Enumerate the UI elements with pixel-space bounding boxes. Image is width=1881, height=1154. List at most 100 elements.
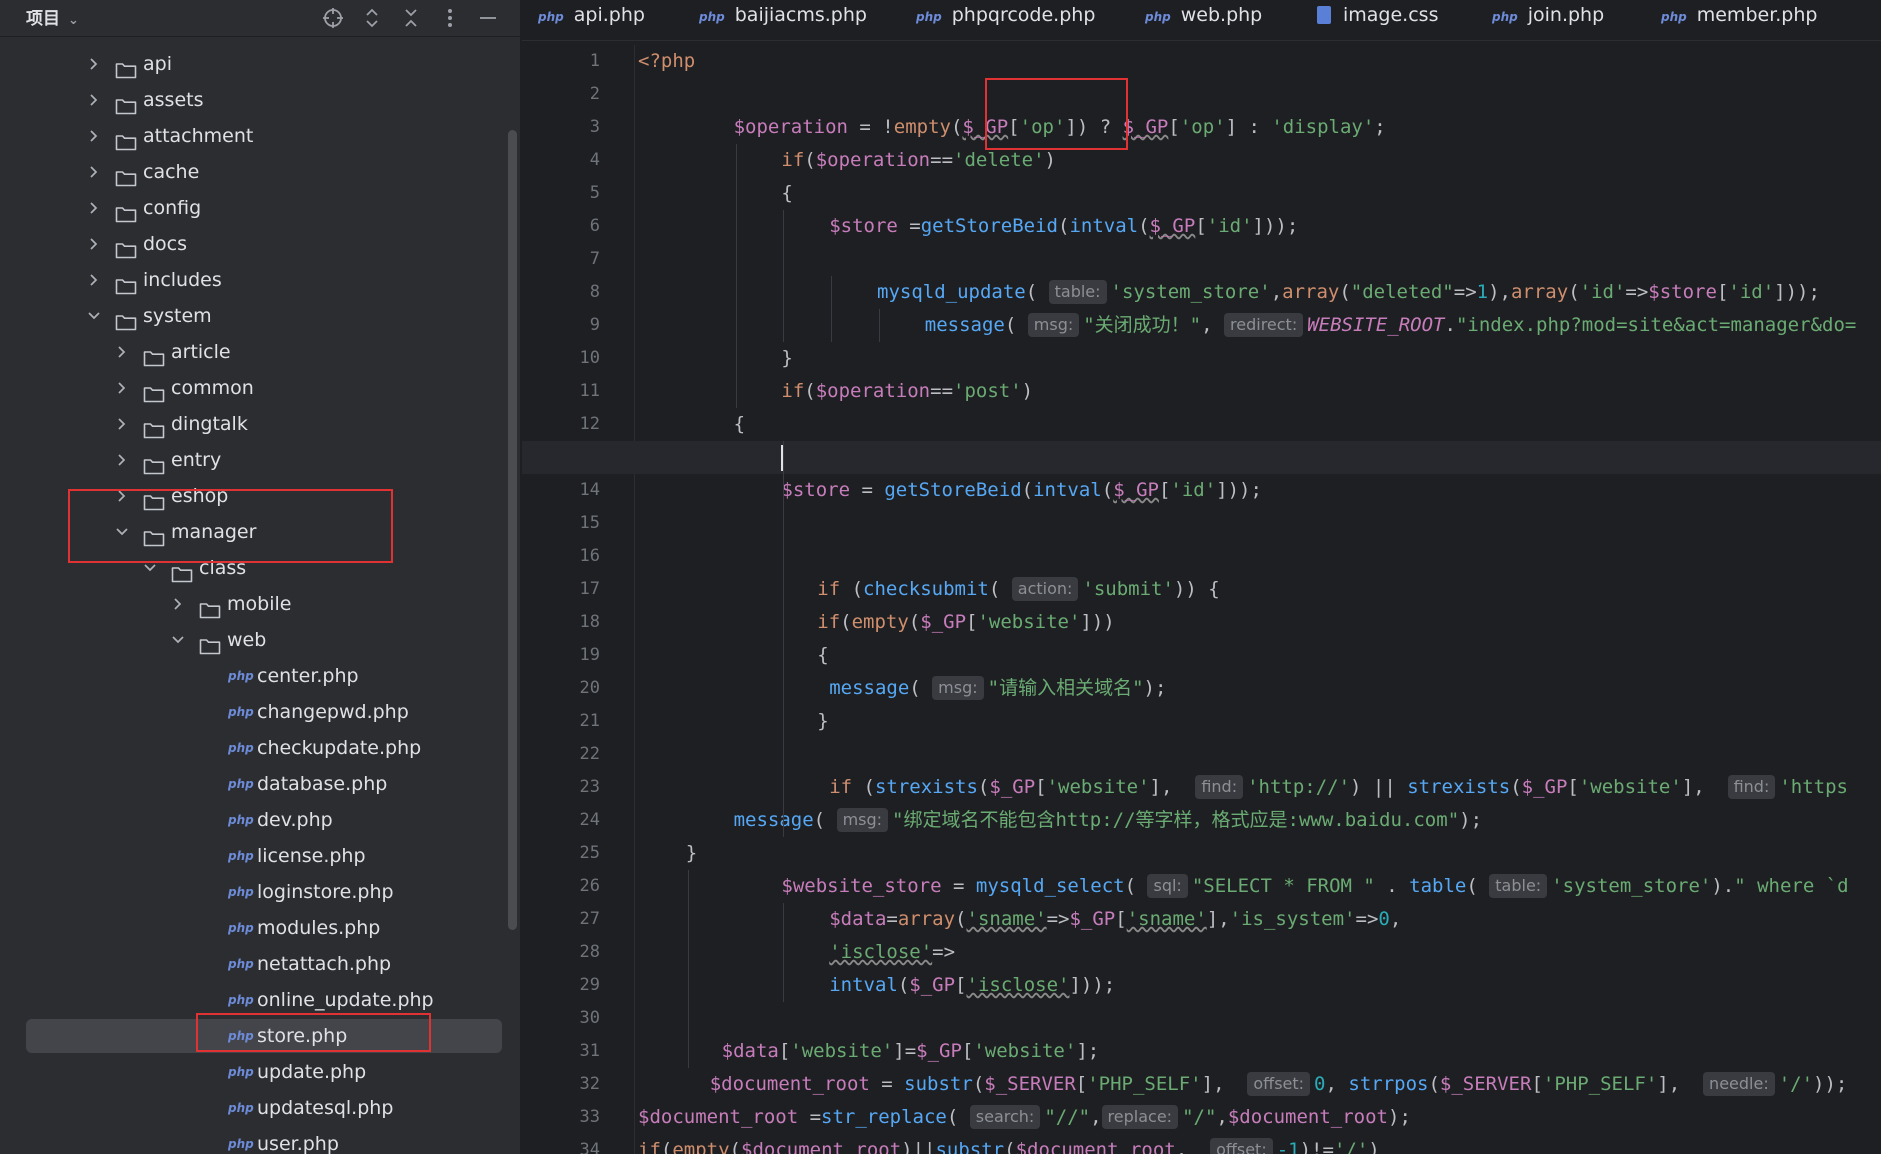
code-token: =	[850, 479, 885, 501]
code-line[interactable]: if($operation=='delete')	[522, 144, 1881, 177]
code-line[interactable]: {	[522, 408, 1881, 441]
chevron-down-icon[interactable]	[85, 298, 103, 334]
tree-folder-attachment[interactable]: attachment	[0, 118, 520, 154]
tree-file-dev-php[interactable]: php dev.php	[0, 802, 520, 838]
code-line[interactable]: }	[522, 705, 1881, 738]
code-line[interactable]: intval($_GP['isclose']));	[522, 969, 1881, 1002]
minimize-icon[interactable]	[474, 4, 502, 32]
tree-folder-api[interactable]: api	[0, 46, 520, 82]
tree-folder-common[interactable]: common	[0, 370, 520, 406]
tree-file-checkupdate-php[interactable]: php checkupdate.php	[0, 730, 520, 766]
chevron-right-icon[interactable]	[85, 82, 103, 118]
code-line[interactable]: $document_root = substr($_SERVER['PHP_SE…	[522, 1068, 1881, 1101]
code-line[interactable]: if (checksubmit( action:'submit')) {	[522, 573, 1881, 606]
tree-folder-cache[interactable]: cache	[0, 154, 520, 190]
tree-file-database-php[interactable]: php database.php	[0, 766, 520, 802]
tree-folder-dingtalk[interactable]: dingtalk	[0, 406, 520, 442]
tree-file-user-php[interactable]: php user.php	[0, 1126, 520, 1154]
sidebar-scrollbar[interactable]	[508, 130, 517, 930]
code-line[interactable]: if(empty($document_root)||substr($docume…	[522, 1134, 1881, 1154]
tree-folder-assets[interactable]: assets	[0, 82, 520, 118]
tree-item-label: database.php	[257, 773, 388, 795]
code-text: <?php	[638, 45, 695, 78]
chevron-right-icon[interactable]	[113, 334, 131, 370]
chevron-down-icon[interactable]	[169, 622, 187, 658]
code-token: ),	[1488, 281, 1511, 303]
tree-file-modules-php[interactable]: php modules.php	[0, 910, 520, 946]
code-line[interactable]: $website_store = mysqld_select( sql: "SEL…	[522, 870, 1881, 903]
tree-folder-includes[interactable]: includes	[0, 262, 520, 298]
folder-icon	[115, 55, 137, 79]
code-line[interactable]	[522, 507, 1881, 540]
tree-folder-article[interactable]: article	[0, 334, 520, 370]
tab-member-php[interactable]: php member.php	[1661, 0, 1817, 40]
collapse-all-icon[interactable]	[397, 4, 425, 32]
code-line[interactable]: mysqld_update( table:'system_store',arra…	[522, 276, 1881, 309]
code-line[interactable]: {	[522, 177, 1881, 210]
code-line[interactable]: $data=array('sname'=>$_GP['sname'],'is_s…	[522, 903, 1881, 936]
chevron-right-icon[interactable]	[113, 370, 131, 406]
code-line[interactable]: if(empty($_GP['website']))	[522, 606, 1881, 639]
code-line[interactable]: <?php	[522, 45, 1881, 78]
code-line[interactable]: $store = getStoreBeid(intval($_GP['id'])…	[522, 474, 1881, 507]
code-line[interactable]: $document_root =str_replace( search: "//"…	[522, 1101, 1881, 1134]
code-line[interactable]	[522, 243, 1881, 276]
more-icon[interactable]	[436, 4, 464, 32]
project-selector[interactable]: 项目 ⌄	[26, 4, 79, 29]
code-line[interactable]	[522, 1002, 1881, 1035]
tab-phpqrcode-php[interactable]: php phpqrcode.php	[916, 0, 1095, 40]
chevron-right-icon[interactable]	[85, 262, 103, 298]
chevron-right-icon[interactable]	[85, 154, 103, 190]
indent-guide	[783, 210, 785, 342]
code-line[interactable]: $data['website']=$_GP['website'];	[522, 1035, 1881, 1068]
chevron-right-icon[interactable]	[85, 226, 103, 262]
tree-file-changepwd-php[interactable]: php changepwd.php	[0, 694, 520, 730]
code-line[interactable]: if($operation=='post')	[522, 375, 1881, 408]
code-line[interactable]	[522, 540, 1881, 573]
chevron-down-icon[interactable]: ⌄	[68, 13, 79, 28]
code-line[interactable]	[522, 78, 1881, 111]
code-token: )	[1044, 149, 1056, 171]
code-line[interactable]: $operation = !empty($_GP['op']) ? $_GP['…	[522, 111, 1881, 144]
code-line[interactable]: {	[522, 639, 1881, 672]
tree-folder-docs[interactable]: docs	[0, 226, 520, 262]
chevron-right-icon[interactable]	[113, 406, 131, 442]
code-line[interactable]: $store =getStoreBeid(intval($_GP['id']))…	[522, 210, 1881, 243]
code-line[interactable]	[522, 441, 1881, 474]
code-line[interactable]: message( msg: "绑定域名不能包含http://等字样，格式应是:ww…	[522, 804, 1881, 837]
code-line[interactable]	[522, 738, 1881, 771]
tree-file-center-php[interactable]: php center.php	[0, 658, 520, 694]
code-line[interactable]: message( msg: "关闭成功！", redirect: WEBSITE_R…	[522, 309, 1881, 342]
code-line[interactable]: 'isclose'=>	[522, 936, 1881, 969]
tab-web-php[interactable]: php web.php	[1145, 0, 1262, 40]
tree-folder-config[interactable]: config	[0, 190, 520, 226]
chevron-right-icon[interactable]	[85, 46, 103, 82]
tree-file-update-php[interactable]: php update.php	[0, 1054, 520, 1090]
tab-api-php[interactable]: php api.php	[538, 0, 645, 40]
tab-image-css[interactable]: image.css	[1317, 0, 1438, 40]
expand-all-icon[interactable]	[358, 4, 386, 32]
code-area[interactable]: <?php $operation = !empty($_GP['op']) ? $…	[522, 45, 1881, 1154]
tree-folder-system[interactable]: system	[0, 298, 520, 334]
chevron-right-icon[interactable]	[85, 190, 103, 226]
tree-folder-web[interactable]: web	[0, 622, 520, 658]
chevron-right-icon[interactable]	[113, 442, 131, 478]
tree-file-license-php[interactable]: php license.php	[0, 838, 520, 874]
code-line[interactable]: message( msg: "请输入相关域名");	[522, 672, 1881, 705]
code-line[interactable]: if (strexists($_GP['website'], find:'htt…	[522, 771, 1881, 804]
chevron-right-icon[interactable]	[85, 118, 103, 154]
tree-file-loginstore-php[interactable]: php loginstore.php	[0, 874, 520, 910]
chevron-right-icon[interactable]	[169, 586, 187, 622]
tree-file-updatesql-php[interactable]: php updatesql.php	[0, 1090, 520, 1126]
code-line[interactable]: }	[522, 342, 1881, 375]
tree-folder-mobile[interactable]: mobile	[0, 586, 520, 622]
crosshair-icon[interactable]	[319, 4, 347, 32]
tab-join-php[interactable]: php join.php	[1492, 0, 1604, 40]
code-editor[interactable]: php api.php php baijiacms.php php phpqrcode.p…	[522, 0, 1881, 1154]
code-line[interactable]: }	[522, 837, 1881, 870]
tree-folder-entry[interactable]: entry	[0, 442, 520, 478]
code-token: intval	[1033, 479, 1102, 501]
tab-baijiacms-php[interactable]: php baijiacms.php	[699, 0, 867, 40]
code-token: }	[685, 842, 698, 864]
tree-file-netattach-php[interactable]: php netattach.php	[0, 946, 520, 982]
